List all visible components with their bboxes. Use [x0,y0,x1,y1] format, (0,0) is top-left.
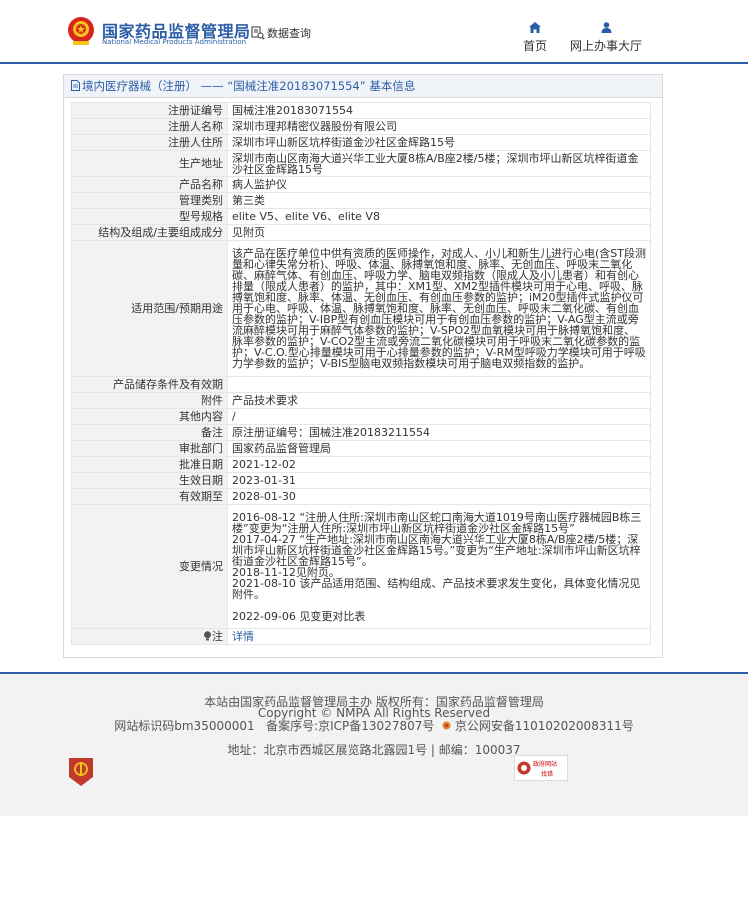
police-badge-icon [442,721,451,730]
row-value: 深圳市坪山新区坑梓街道金沙社区金辉路15号 [227,134,651,151]
row-key: 批准日期 [71,456,228,473]
row-key: 结构及组成/主要组成成分 [71,224,228,241]
bulb-icon [204,631,211,641]
table-row: 管理类别 第三类 [71,192,651,209]
row-value: 国家药品监督管理局 [227,440,651,457]
national-emblem-icon [68,17,94,45]
detail-panel: 境内医疗器械（注册） —— “国械注准20183071554” 基本信息 注册证… [63,74,663,658]
change-history: 2016-08-12 “注册人住所:深圳市南山区蛇口南海大道1019号南山医疗器… [227,504,651,629]
table-row: 审批部门 国家药品监督管理局 [71,440,651,457]
table-row: 其他内容 / [71,408,651,425]
row-value: 2028-01-30 [227,488,651,505]
row-key: 其他内容 [71,408,228,425]
change-entry: 2016-08-12 “注册人住所:深圳市南山区蛇口南海大道1019号南山医疗器… [232,510,642,535]
home-icon [529,22,541,33]
row-value: 病人监护仪 [227,176,651,193]
table-row: 注册人名称 深圳市理邦精密仪器股份有限公司 [71,118,651,135]
change-entry: 2021-08-10 该产品适用范围、结构组成、产品技术要求发生变化，具体变化情… [232,576,641,601]
gov-badge-emblem-icon [517,761,531,775]
table-row: 生效日期 2023-01-31 [71,472,651,489]
row-value: 产品技术要求 [227,392,651,409]
police-record-link[interactable]: 京公网安备11010202008311号 [455,719,634,733]
row-key: 产品名称 [71,176,228,193]
note-value-cell: 详情 [227,628,651,645]
panel-title-bar: 境内医疗器械（注册） —— “国械注准20183071554” 基本信息 [64,75,662,98]
table-row: 变更情况 2016-08-12 “注册人住所:深圳市南山区蛇口南海大道1019号… [71,504,651,629]
table-row: 附件 产品技术要求 [71,392,651,409]
note-key-cell: 注 [71,628,228,645]
row-value: 深圳市理邦精密仪器股份有限公司 [227,118,651,135]
row-key: 备注 [71,424,228,441]
row-key: 审批部门 [71,440,228,457]
nav-home-label: 首页 [522,39,547,53]
row-value: 见附页 [227,224,651,241]
icp-link[interactable]: 备案序号:京ICP备13027807号 [266,719,434,733]
row-value: 该产品在医疗单位中供有资质的医师操作，对成人、小儿和新生儿进行心电(含ST段测量… [227,240,651,377]
row-key: 管理类别 [71,192,228,209]
gov-site-error-report-badge[interactable]: 政府网站 找错 [514,755,568,781]
gov-badge-top: 政府网站 [533,761,558,768]
details-link[interactable]: 详情 [232,630,254,643]
row-key: 变更情况 [71,504,228,629]
nav-home[interactable]: 首页 [520,22,550,54]
site-id: 网站标识码bm35000001 [114,719,255,733]
row-key: 有效期至 [71,488,228,505]
row-value: / [227,408,651,425]
panel-title: 境内医疗器械（注册） —— “国械注准20183071554” 基本信息 [82,79,416,93]
table-row: 备注 原注册证编号：国械注准20183211554 [71,424,651,441]
row-key: 适用范围/预期用途 [71,240,228,377]
change-entry: 2018-11-12见附页。 [232,565,340,579]
table-row: 产品名称 病人监护仪 [71,176,651,193]
table-row: 适用范围/预期用途 该产品在医疗单位中供有资质的医师操作，对成人、小儿和新生儿进行… [71,240,651,377]
table-row: 注 详情 [71,628,651,645]
row-key: 注册人名称 [71,118,228,135]
table-row: 批准日期 2021-12-02 [71,456,651,473]
table-row: 产品储存条件及有效期 [71,376,651,393]
table-row: 有效期至 2028-01-30 [71,488,651,505]
table-row: 注册证编号 国械注准20183071554 [71,102,651,119]
search-document-icon [251,26,265,40]
footer-registration: 网站标识码bm35000001 备案序号:京ICP备13027807号 京公网安… [0,717,748,734]
nav-online-service[interactable]: 网上办事大厅 [568,22,644,54]
gov-badge-bottom: 找错 [541,771,554,778]
row-value: 深圳市南山区南海大道兴华工业大厦8栋A/B座2楼/5楼；深圳市坪山新区坑梓街道金… [227,150,651,177]
site-logo-subtitle: National Medical Products Administration [102,38,247,46]
registration-info-table: 注册证编号 国械注准20183071554 注册人名称 深圳市理邦精密仪器股份有限公… [71,102,651,645]
table-row: 注册人住所 深圳市坪山新区坑梓街道金沙社区金辉路15号 [71,134,651,151]
row-value: elite V5、elite V6、elite V8 [227,208,651,225]
row-key: 型号规格 [71,208,228,225]
party-emblem-icon[interactable] [68,757,94,787]
note-key: 注 [212,630,223,643]
user-icon [601,22,611,33]
change-entry: 2022-09-06 见变更对比表 [232,609,366,623]
footer-divider [0,672,748,674]
footer-address: 地址：北京市西城区展览路北露园1号 | 邮编：100037 [227,743,521,757]
table-row: 型号规格 elite V5、elite V6、elite V8 [71,208,651,225]
site-header: 国家药品监督管理局 National Medical Products Admi… [0,0,748,62]
row-key: 生效日期 [71,472,228,489]
header-divider [0,62,748,64]
row-value: 2021-12-02 [227,456,651,473]
data-query-label: 数据查询 [267,27,311,40]
nav-online-label: 网上办事大厅 [569,39,642,53]
change-entry: 2017-04-27 “生产地址:深圳市南山区南海大道兴华工业大厦8栋A/B座2… [232,532,641,568]
row-value: 原注册证编号：国械注准20183211554 [227,424,651,441]
data-query-link[interactable]: 数据查询 [251,25,311,41]
row-key: 附件 [71,392,228,409]
row-key: 产品储存条件及有效期 [71,376,228,393]
row-value: 国械注准20183071554 [227,102,651,119]
table-row: 结构及组成/主要组成成分 见附页 [71,224,651,241]
row-value [227,376,651,393]
table-row: 生产地址 深圳市南山区南海大道兴华工业大厦8栋A/B座2楼/5楼；深圳市坪山新区坑… [71,150,651,177]
row-value: 第三类 [227,192,651,209]
row-key: 生产地址 [71,150,228,177]
row-value: 2023-01-31 [227,472,651,489]
document-icon [71,80,80,91]
row-key: 注册人住所 [71,134,228,151]
row-key: 注册证编号 [71,102,228,119]
